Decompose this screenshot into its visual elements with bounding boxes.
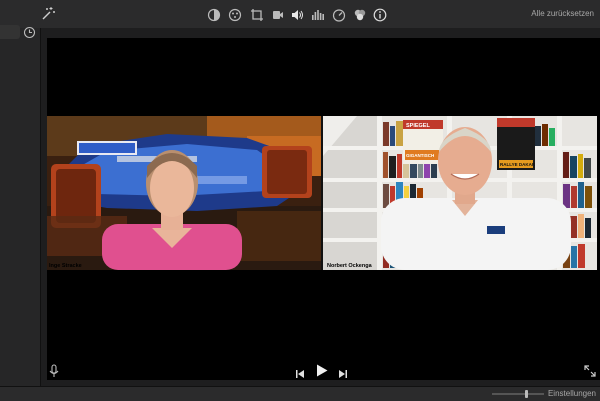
left-panel bbox=[0, 28, 41, 386]
reset-all-button[interactable]: Alle zurücksetzen bbox=[531, 9, 594, 18]
zoom-slider[interactable] bbox=[492, 393, 544, 395]
book-title-gigantisch: GIGANTISCH bbox=[406, 153, 434, 158]
book-title-rallye: RALLYE DAKAR bbox=[500, 162, 536, 167]
speed-icon[interactable] bbox=[332, 8, 346, 22]
fullscreen-icon[interactable] bbox=[584, 364, 596, 377]
clock-icon[interactable] bbox=[23, 26, 36, 39]
poster-title: SPIEGEL bbox=[406, 123, 430, 129]
crop-icon[interactable] bbox=[250, 8, 264, 22]
play-button[interactable] bbox=[316, 364, 328, 377]
zoom-slider-handle[interactable] bbox=[525, 390, 528, 398]
magic-wand-icon[interactable] bbox=[40, 6, 56, 22]
settings-button[interactable]: Einstellungen bbox=[548, 389, 596, 398]
noise-reduction-icon[interactable] bbox=[311, 8, 325, 22]
video-frame: Inge Stracke SPIEGEL GIGANTISCH RALLYE D… bbox=[47, 116, 597, 270]
video-overlay-icon[interactable] bbox=[353, 8, 367, 22]
color-correction-icon[interactable] bbox=[228, 8, 242, 22]
color-balance-icon[interactable] bbox=[207, 8, 221, 22]
search-field[interactable] bbox=[0, 25, 20, 39]
stabilization-icon[interactable] bbox=[270, 8, 284, 22]
volume-icon[interactable] bbox=[290, 8, 304, 22]
skip-back-button[interactable] bbox=[295, 366, 305, 378]
participant-name-left: Inge Stracke bbox=[49, 263, 82, 269]
video-call-scene: Inge Stracke SPIEGEL GIGANTISCH RALLYE D… bbox=[47, 116, 597, 270]
participant-name-right: Norbert Ockenga bbox=[327, 263, 373, 269]
microphone-icon[interactable] bbox=[49, 364, 59, 378]
skip-forward-button[interactable] bbox=[338, 366, 348, 378]
info-icon[interactable] bbox=[373, 8, 387, 22]
